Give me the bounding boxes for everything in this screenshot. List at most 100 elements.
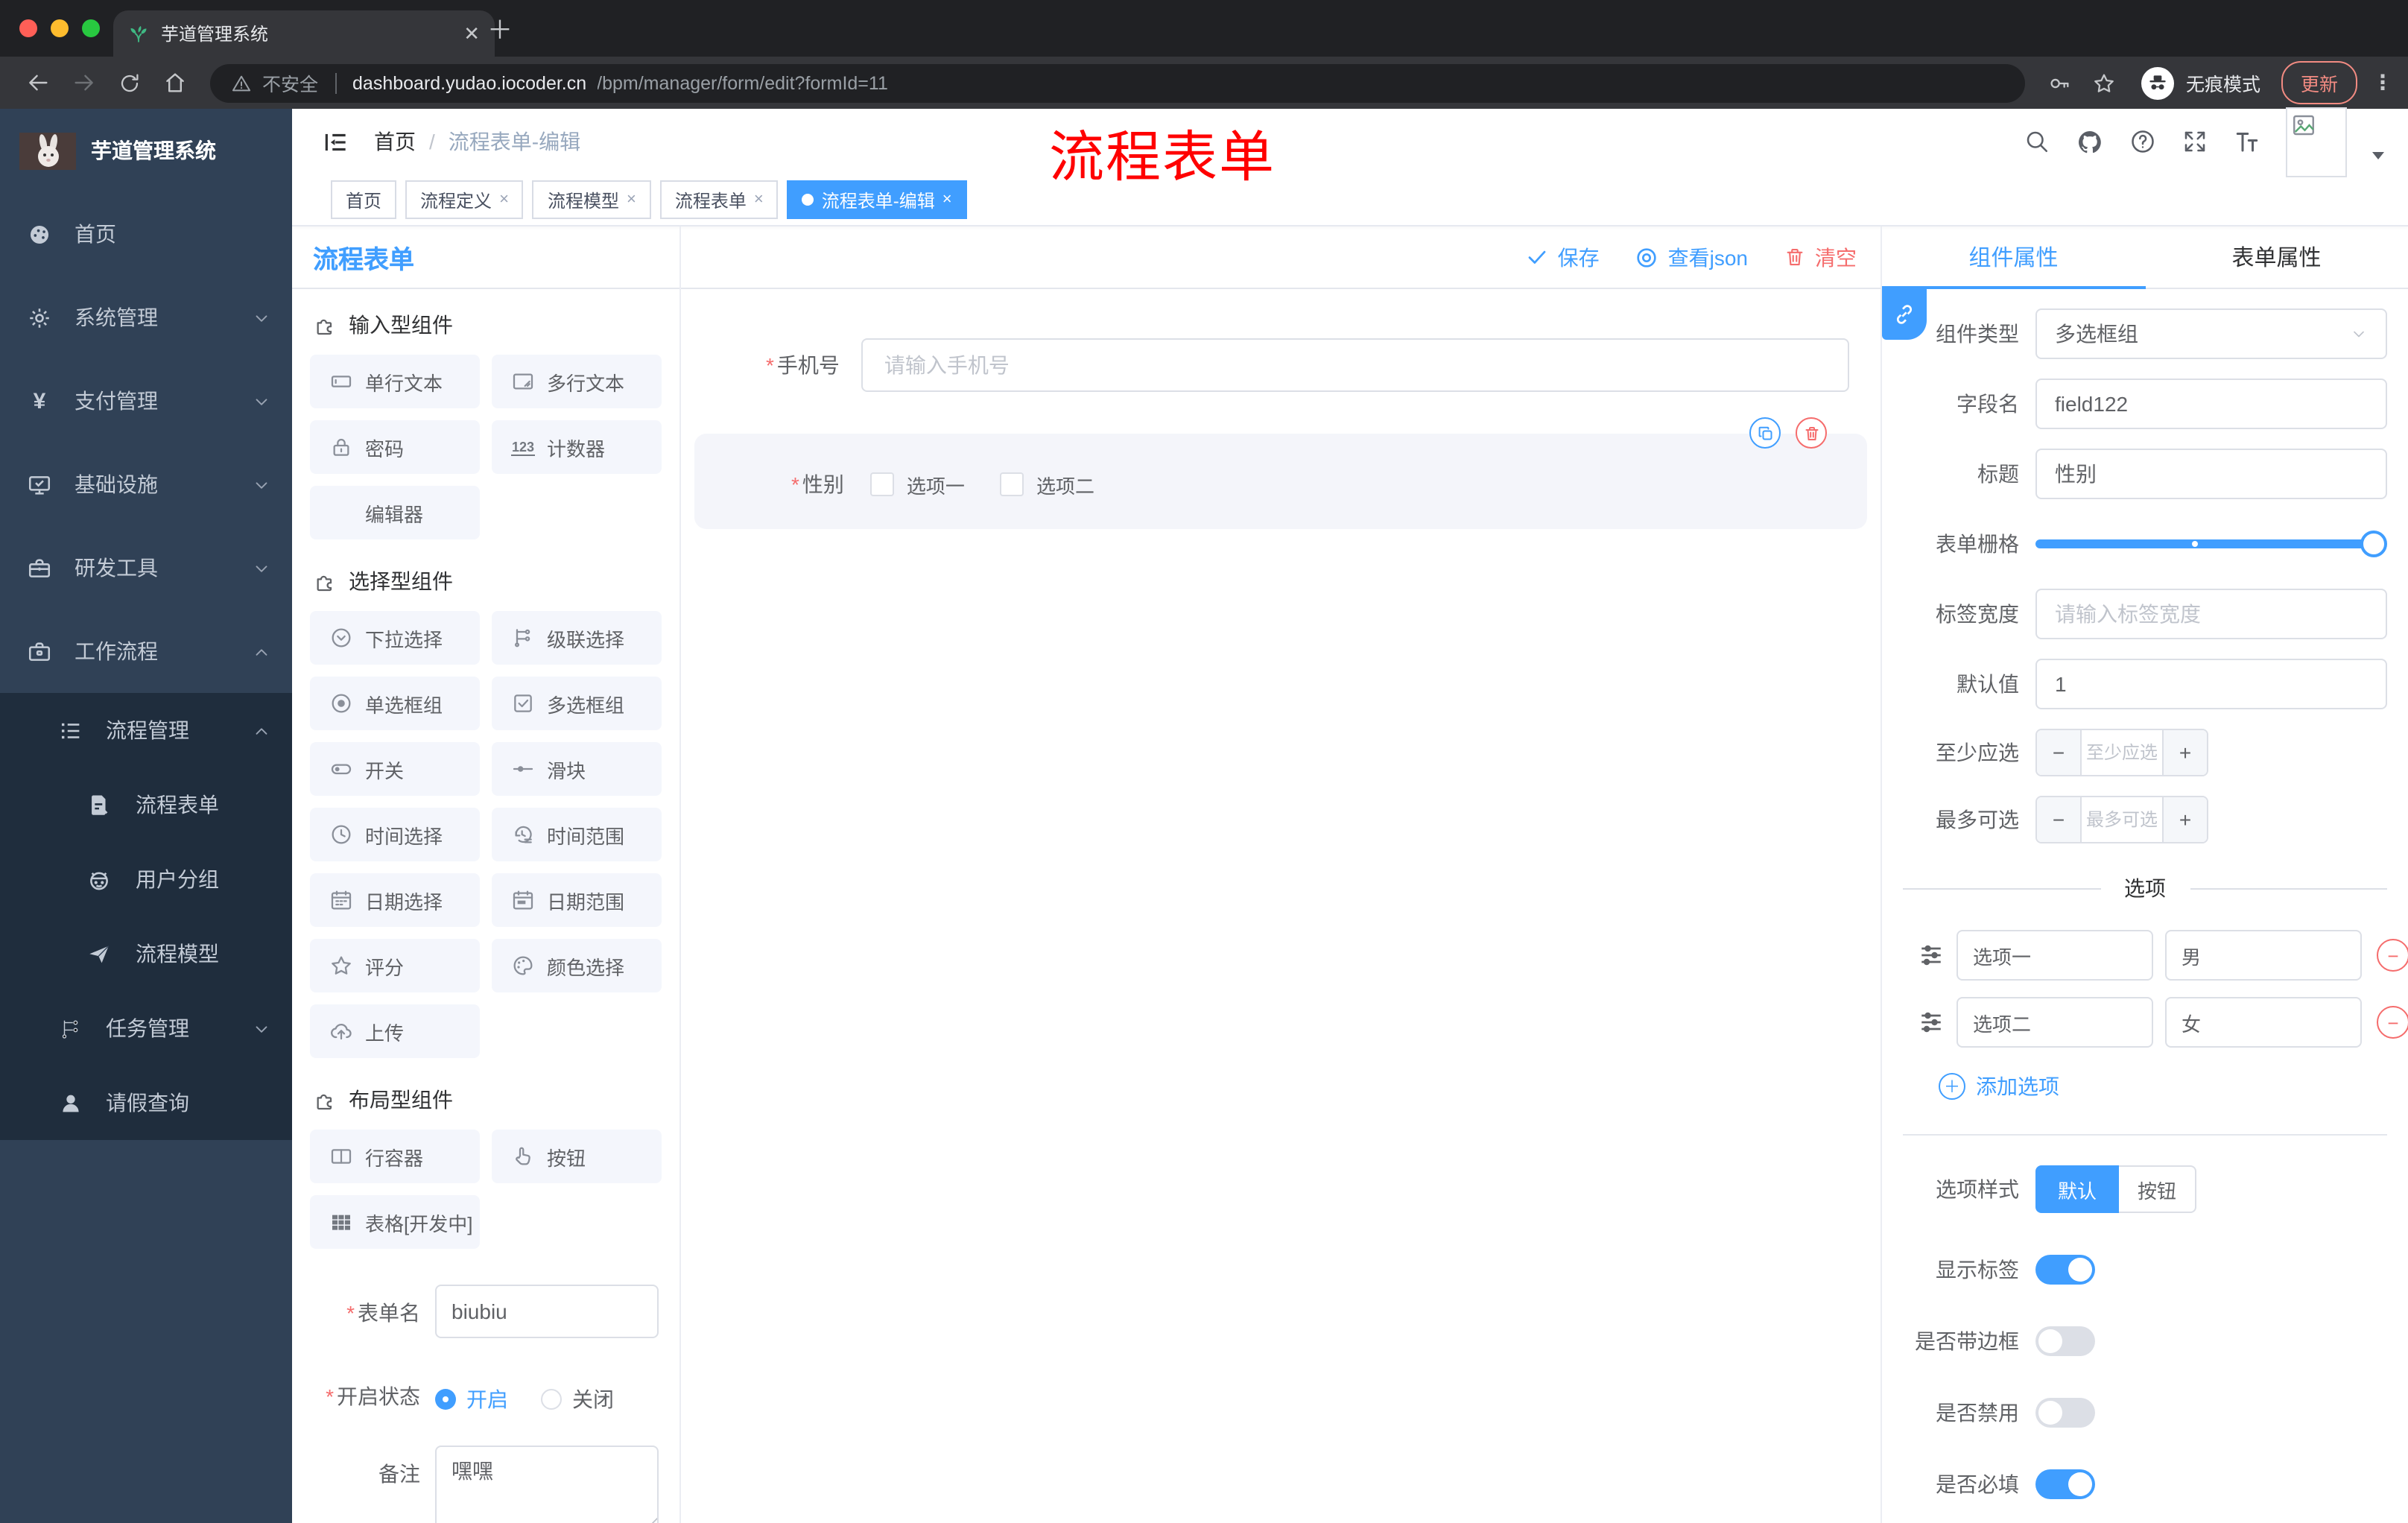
palette-item-editor[interactable]: 编辑器	[310, 486, 480, 539]
default-value-input[interactable]	[2035, 659, 2387, 709]
sidebar-item-process-form[interactable]: 流程表单	[0, 767, 292, 842]
palette-item-password[interactable]: 密码	[310, 420, 480, 474]
fullscreen-icon[interactable]	[2182, 128, 2208, 155]
sidebar-item-process-mgmt[interactable]: 流程管理	[0, 693, 292, 767]
grid-slider[interactable]	[2035, 531, 2387, 557]
tab-close-icon[interactable]: ✕	[463, 22, 480, 45]
decrease-button[interactable]: −	[2037, 730, 2082, 775]
link-tab[interactable]	[1882, 288, 1927, 340]
disabled-toggle[interactable]	[2035, 1398, 2095, 1428]
field-name-input[interactable]	[2035, 379, 2387, 429]
save-button[interactable]: 保存	[1527, 242, 1600, 272]
tab-form-props[interactable]: 表单属性	[2145, 227, 2408, 288]
palette-item-table[interactable]: 表格[开发中]	[310, 1195, 480, 1249]
help-icon[interactable]	[2129, 128, 2156, 155]
bookmark-star-icon[interactable]	[2092, 71, 2116, 95]
back-icon[interactable]	[25, 70, 51, 95]
maximize-window-button[interactable]	[82, 19, 100, 37]
required-toggle[interactable]	[2035, 1469, 2095, 1499]
browser-menu-icon[interactable]: ⋮	[2372, 70, 2393, 95]
remove-option-icon[interactable]: −	[2377, 939, 2408, 972]
sidebar-item-leave-query[interactable]: 请假查询	[0, 1066, 292, 1140]
sidebar-item-task-mgmt[interactable]: 任务管理	[0, 991, 292, 1066]
update-button[interactable]: 更新	[2281, 61, 2357, 104]
palette-item-checkbox-group[interactable]: 多选框组	[492, 677, 662, 730]
browser-tab[interactable]: 芋道管理系统 ✕	[113, 10, 495, 57]
sidebar-item-user-group[interactable]: 用户分组	[0, 842, 292, 916]
form-name-input[interactable]	[435, 1285, 659, 1338]
palette-item-counter[interactable]: 123 计数器	[492, 420, 662, 474]
status-radio-off[interactable]: 关闭	[541, 1384, 614, 1414]
palette-item-time-picker[interactable]: 时间选择	[310, 808, 480, 861]
sidebar-item-infra[interactable]: 基础设施	[0, 443, 292, 526]
address-bar[interactable]: 不安全 dashboard.yudao.iocoder.cn/bpm/manag…	[210, 63, 2025, 102]
min-select-input[interactable]	[2082, 730, 2162, 775]
view-json-button[interactable]: 查看json	[1635, 242, 1748, 272]
palette-item-radio-group[interactable]: 单选框组	[310, 677, 480, 730]
sidebar-item-devtools[interactable]: 研发工具	[0, 526, 292, 609]
remove-option-icon[interactable]: −	[2377, 1006, 2408, 1039]
gender-checkbox-2[interactable]: 选项二	[1000, 470, 1094, 498]
sidebar-item-process-model[interactable]: 流程模型	[0, 916, 292, 991]
remark-textarea[interactable]: 嘿嘿	[435, 1446, 659, 1523]
delete-component-button[interactable]	[1796, 417, 1827, 449]
clear-button[interactable]: 清空	[1784, 242, 1857, 272]
palette-item-slider[interactable]: 滑块	[492, 742, 662, 796]
forward-icon[interactable]	[72, 70, 97, 95]
min-select-stepper[interactable]: − +	[2035, 729, 2208, 776]
canvas-field-gender-selected[interactable]: * 性别 选项一 选项二	[694, 417, 1867, 529]
password-key-icon[interactable]	[2047, 71, 2071, 95]
sidebar-collapse-icon[interactable]	[322, 127, 350, 156]
title-input[interactable]	[2035, 449, 2387, 499]
canvas-field-phone[interactable]: * 手机号	[766, 338, 1849, 392]
duplicate-component-button[interactable]	[1749, 417, 1781, 449]
close-icon[interactable]: ×	[627, 191, 636, 209]
new-tab-button[interactable]: ＋	[487, 18, 513, 43]
close-icon[interactable]: ×	[754, 191, 764, 209]
palette-item-upload[interactable]: 上传	[310, 1004, 480, 1058]
breadcrumb-home[interactable]: 首页	[374, 127, 416, 156]
palette-item-multi-text[interactable]: 多行文本	[492, 355, 662, 408]
component-type-select[interactable]: 多选框组	[2035, 308, 2387, 359]
max-select-input[interactable]	[2082, 797, 2162, 842]
close-icon[interactable]: ×	[499, 191, 509, 209]
style-button-button[interactable]: 按钮	[2119, 1165, 2196, 1213]
palette-item-time-range[interactable]: 时间范围	[492, 808, 662, 861]
palette-item-single-text[interactable]: 单行文本	[310, 355, 480, 408]
palette-item-color-picker[interactable]: 颜色选择	[492, 939, 662, 992]
increase-button[interactable]: +	[2162, 797, 2207, 842]
option1-value-input[interactable]	[2165, 930, 2362, 981]
tag-home[interactable]: 首页	[331, 180, 397, 219]
label-width-input[interactable]	[2035, 589, 2387, 639]
tag-process-definition[interactable]: 流程定义 ×	[405, 180, 524, 219]
home-icon[interactable]	[162, 70, 188, 95]
font-size-icon[interactable]	[2234, 128, 2260, 155]
palette-item-date-range[interactable]: 日期范围	[492, 873, 662, 927]
style-default-button[interactable]: 默认	[2035, 1165, 2119, 1213]
search-icon[interactable]	[2024, 128, 2050, 155]
palette-item-button[interactable]: 按钮	[492, 1130, 662, 1183]
close-window-button[interactable]	[19, 19, 37, 37]
tag-process-model[interactable]: 流程模型 ×	[532, 180, 651, 219]
palette-item-rate[interactable]: 评分	[310, 939, 480, 992]
gender-checkbox-1[interactable]: 选项一	[870, 470, 965, 498]
tab-component-props[interactable]: 组件属性	[1882, 227, 2145, 289]
palette-item-select[interactable]: 下拉选择	[310, 611, 480, 665]
phone-input[interactable]	[861, 338, 1849, 392]
max-select-stepper[interactable]: − +	[2035, 796, 2208, 843]
palette-item-row-container[interactable]: 行容器	[310, 1130, 480, 1183]
option1-label-input[interactable]	[1956, 930, 2153, 981]
palette-item-date-picker[interactable]: 日期选择	[310, 873, 480, 927]
window-controls[interactable]	[19, 19, 100, 37]
reload-icon[interactable]	[118, 71, 142, 95]
tag-process-form[interactable]: 流程表单 ×	[659, 180, 779, 219]
drag-handle-icon[interactable]	[1918, 942, 1945, 969]
github-icon[interactable]	[2076, 127, 2104, 156]
decrease-button[interactable]: −	[2037, 797, 2082, 842]
show-label-toggle[interactable]	[2035, 1255, 2095, 1285]
sidebar-item-system[interactable]: 系统管理	[0, 276, 292, 359]
increase-button[interactable]: +	[2162, 730, 2207, 775]
palette-item-cascader[interactable]: 级联选择	[492, 611, 662, 665]
sidebar-item-home[interactable]: 首页	[0, 192, 292, 276]
avatar-caret-icon[interactable]	[2372, 151, 2384, 159]
